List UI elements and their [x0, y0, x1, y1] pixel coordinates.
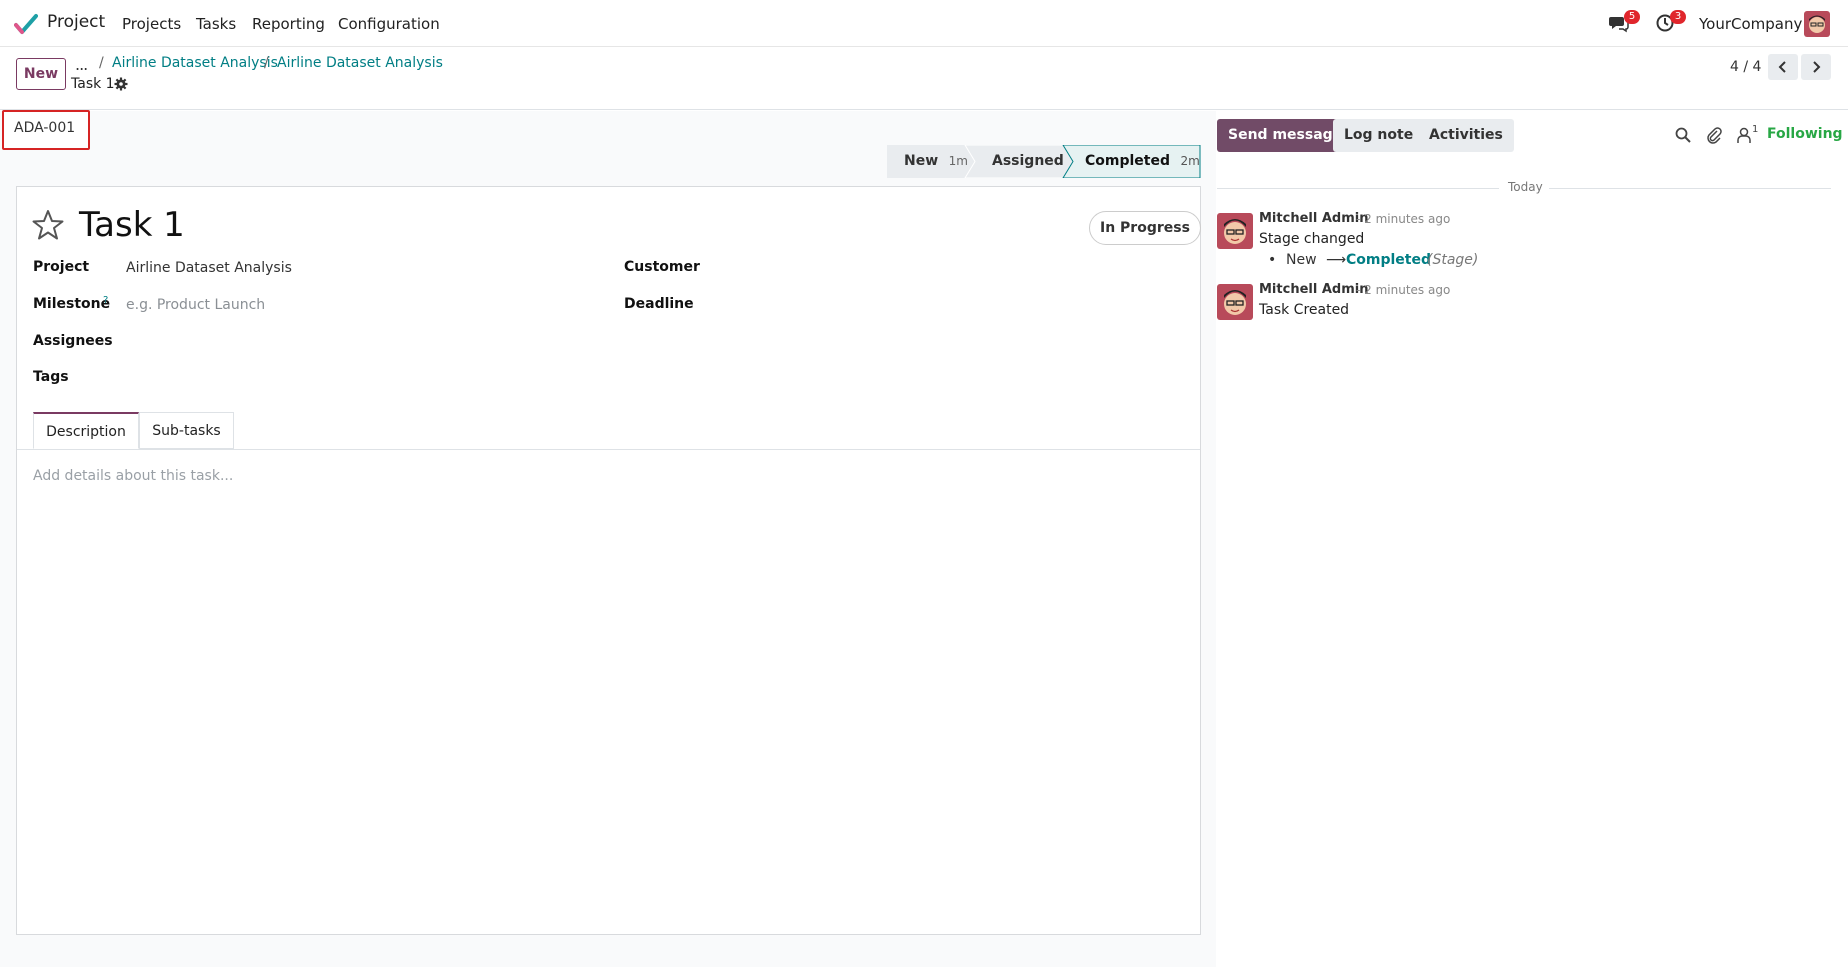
avatar-icon [1217, 213, 1253, 249]
top-navbar: Project Projects Tasks Reporting Configu… [0, 0, 1848, 47]
log-note-button[interactable]: Log note [1333, 119, 1425, 152]
avatar-icon [1217, 284, 1253, 320]
message-avatar[interactable] [1217, 213, 1253, 249]
paperclip-icon[interactable] [1705, 126, 1723, 144]
stage-new[interactable]: New 1m [904, 145, 968, 178]
star-icon[interactable] [31, 208, 65, 242]
gear-icon[interactable] [114, 77, 128, 91]
activities-button-chatter[interactable]: Activities [1418, 119, 1514, 152]
chevron-right-icon [1813, 61, 1821, 73]
breadcrumb-separator: / [264, 55, 269, 71]
control-panel: New ... / Airline Dataset Analysis / Air… [0, 47, 1848, 110]
project-field[interactable]: Airline Dataset Analysis [126, 260, 292, 276]
menu-projects[interactable]: Projects [122, 15, 181, 33]
message-time: - 2 minutes ago [1356, 212, 1451, 226]
activities-button[interactable]: 3 [1655, 10, 1686, 37]
milestone-help-icon[interactable]: ? [103, 295, 108, 306]
date-separator: Today [1508, 180, 1543, 194]
project-label: Project [33, 259, 90, 275]
message-body: Stage changed [1259, 231, 1365, 247]
menu-reporting[interactable]: Reporting [252, 15, 325, 33]
pager-previous-button[interactable] [1768, 54, 1798, 80]
stage-completed-time: 2m [1180, 154, 1200, 168]
deadline-label: Deadline [624, 296, 694, 312]
tracking-field: (Stage) [1427, 252, 1479, 268]
task-title[interactable]: Task 1 [79, 205, 185, 245]
stage-assigned[interactable]: Assigned [992, 145, 1064, 178]
message-time: - 2 minutes ago [1356, 283, 1451, 297]
messages-badge: 5 [1624, 10, 1640, 24]
new-button[interactable]: New [16, 58, 66, 90]
following-button[interactable]: Following [1767, 126, 1843, 142]
menu-configuration[interactable]: Configuration [338, 15, 440, 33]
followers-count: 1 [1752, 124, 1759, 135]
task-reference: ADA-001 [14, 120, 76, 136]
company-switcher[interactable]: YourCompany [1699, 15, 1802, 33]
breadcrumb-separator: / [99, 55, 104, 71]
tab-sub-tasks[interactable]: Sub-tasks [139, 412, 234, 449]
messages-button[interactable]: 5 [1609, 10, 1640, 37]
breadcrumb-item[interactable]: Airline Dataset Analysis [112, 55, 278, 71]
stage-completed-label: Completed [1085, 153, 1171, 169]
milestone-label: Milestone [33, 296, 111, 312]
stage-new-label: New [904, 153, 939, 169]
record-name: Task 1 [71, 76, 115, 92]
app-name[interactable]: Project [47, 12, 105, 32]
menu-tasks[interactable]: Tasks [196, 15, 236, 33]
tags-label: Tags [33, 369, 69, 385]
date-separator-line [1217, 188, 1499, 189]
user-avatar[interactable] [1804, 11, 1830, 37]
breadcrumb-more-button[interactable]: ... [75, 55, 88, 74]
message-author[interactable]: Mitchell Admin [1259, 211, 1368, 226]
assignees-label: Assignees [33, 333, 113, 349]
milestone-field[interactable]: e.g. Product Launch [126, 297, 265, 313]
tabs-divider [17, 449, 1200, 450]
description-editor[interactable]: Add details about this task... [33, 468, 233, 484]
stage-assigned-label: Assigned [992, 153, 1064, 169]
stage-completed[interactable]: Completed 2m [1085, 145, 1200, 178]
tracking-bullet: • [1268, 252, 1277, 268]
tab-description[interactable]: Description [33, 412, 139, 449]
stage-new-time: 1m [948, 154, 968, 168]
message-avatar[interactable] [1217, 284, 1253, 320]
project-app-icon[interactable] [14, 13, 38, 35]
message-author[interactable]: Mitchell Admin [1259, 282, 1368, 297]
customer-label: Customer [624, 259, 700, 275]
tracking-old-value: New [1286, 252, 1317, 268]
message-body: Task Created [1259, 302, 1350, 318]
tracking-new-value: Completed [1346, 252, 1432, 268]
user-avatar-icon [1804, 11, 1830, 37]
state-button[interactable]: In Progress [1089, 211, 1201, 245]
pager-next-button[interactable] [1801, 54, 1831, 80]
followers-icon[interactable] [1735, 126, 1753, 144]
tracking-arrow: ⟶ [1326, 252, 1347, 268]
activities-badge: 3 [1670, 10, 1686, 24]
date-separator-line [1549, 188, 1831, 189]
pager-value[interactable]: 4 / 4 [1730, 59, 1761, 75]
search-icon[interactable] [1674, 126, 1692, 144]
chevron-left-icon [1778, 61, 1786, 73]
breadcrumb-item[interactable]: Airline Dataset Analysis [277, 55, 443, 71]
